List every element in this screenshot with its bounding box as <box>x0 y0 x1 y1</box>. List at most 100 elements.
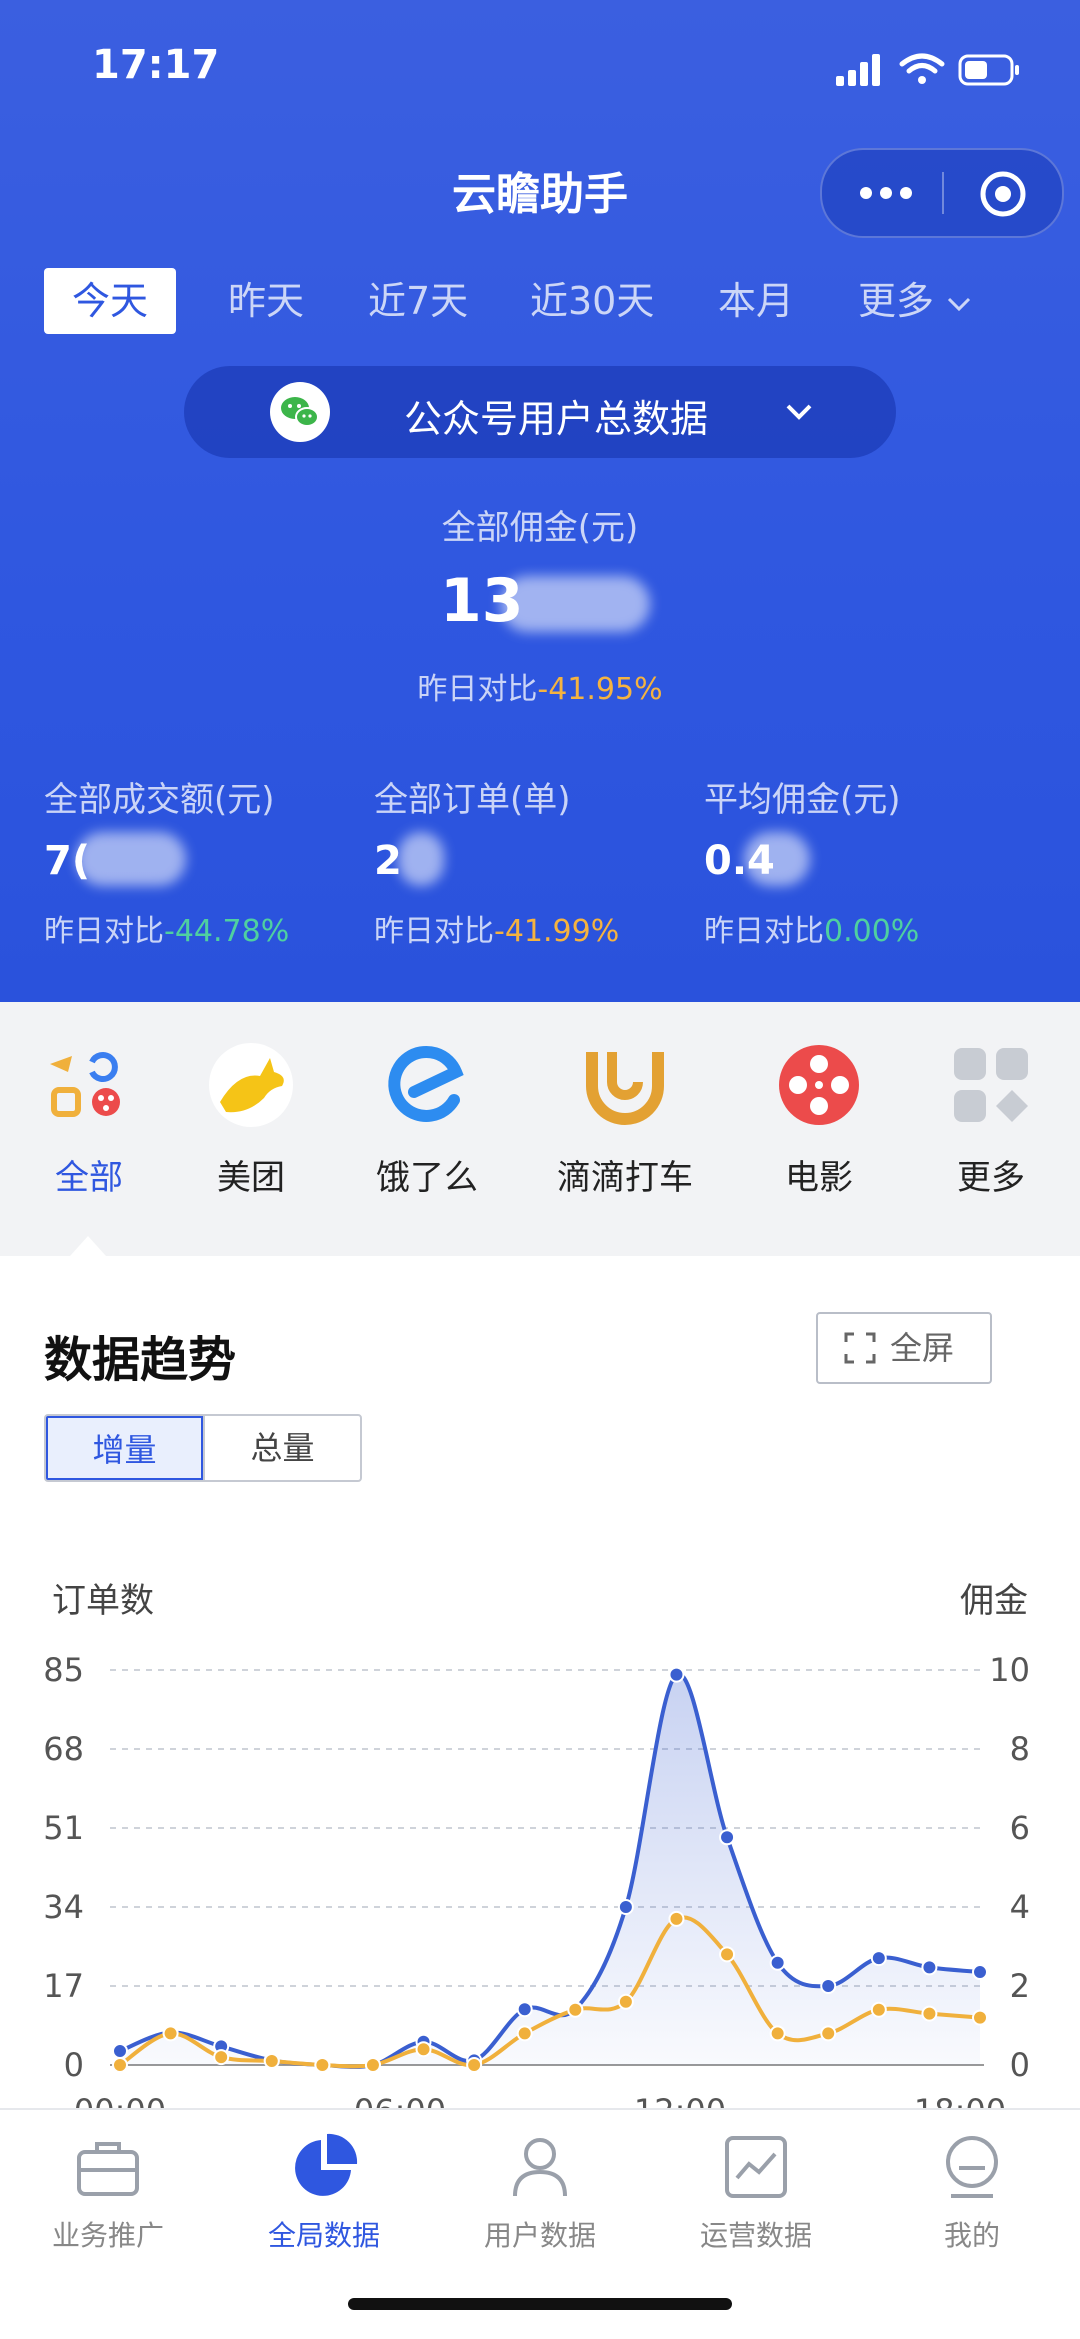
data-point-commission <box>516 2025 533 2042</box>
more-dots-icon[interactable] <box>856 178 916 208</box>
eleme-icon <box>388 1045 464 1122</box>
data-point-commission <box>364 2057 381 2073</box>
segment-total[interactable]: 总量 <box>203 1416 360 1480</box>
fullscreen-label: 全屏 <box>890 1329 955 1367</box>
tab-yesterday[interactable]: 昨天 <box>228 268 304 334</box>
data-point-orders <box>769 1954 786 1971</box>
segment-increment[interactable]: 增量 <box>46 1416 203 1480</box>
y-left-tick-label: 85 <box>43 1651 84 1689</box>
tab-7days[interactable]: 近7天 <box>368 268 468 334</box>
platform-label: 美团 <box>217 1158 285 1198</box>
nav-mine[interactable]: 我的 <box>882 2132 1062 2254</box>
platform-label: 滴滴打车 <box>557 1158 693 1198</box>
stat-gmv-label: 全部成交额(元) <box>44 780 275 820</box>
data-point-commission <box>719 1946 736 1963</box>
status-time: 17:17 <box>92 42 220 88</box>
data-point-orders <box>112 2043 128 2060</box>
data-point-commission <box>769 2025 786 2042</box>
movie-reel-icon <box>779 1045 859 1125</box>
platform-movie[interactable]: 电影 <box>744 1042 894 1199</box>
stat-avg-compare: 昨日对比0.00% <box>704 906 919 950</box>
data-point-orders <box>870 1950 887 1967</box>
grid-more-icon <box>954 1048 1028 1122</box>
commission-label: 全部佣金(元) <box>441 508 639 548</box>
didi-icon <box>586 1052 664 1125</box>
y-left-tick-label: 17 <box>43 1967 84 2005</box>
y-left-tick-label: 0 <box>64 2046 84 2084</box>
data-point-commission <box>820 2025 837 2042</box>
data-point-orders <box>668 1666 685 1683</box>
home-indicator <box>348 2298 732 2310</box>
data-point-commission <box>668 1910 685 1927</box>
meituan-kangaroo-icon <box>209 1043 293 1127</box>
compare-value: -41.99% <box>494 914 620 949</box>
data-point-orders <box>820 1978 837 1994</box>
trend-title: 数据趋势 <box>44 1332 237 1388</box>
compare-prefix: 昨日对比 <box>704 914 824 949</box>
data-point-commission <box>162 2025 179 2042</box>
data-point-orders <box>921 1959 938 1976</box>
nav-business[interactable]: 业务推广 <box>18 2132 198 2254</box>
compare-value: -44.78% <box>164 914 290 949</box>
tab-more-label: 更多 <box>858 279 935 323</box>
fullscreen-button[interactable]: 全屏 <box>816 1312 992 1384</box>
tab-30days[interactable]: 近30天 <box>530 268 654 334</box>
data-point-orders <box>617 1899 634 1915</box>
active-indicator-arrow <box>70 1236 106 1256</box>
platform-all[interactable]: 全部 <box>14 1042 164 1199</box>
pie-chart-icon <box>295 2133 358 2196</box>
stat-gmv-compare: 昨日对比-44.78% <box>44 906 289 950</box>
nav-user-data[interactable]: 用户数据 <box>450 2132 630 2254</box>
data-point-commission <box>466 2057 483 2073</box>
nav-global-data[interactable]: 全局数据 <box>234 2132 414 2254</box>
platform-eleme[interactable]: 饿了么 <box>352 1042 502 1199</box>
data-point-commission <box>972 2009 988 2026</box>
data-point-commission <box>870 2001 887 2018</box>
platform-label: 更多 <box>957 1158 1025 1198</box>
platform-label: 饿了么 <box>376 1158 478 1198</box>
platform-more[interactable]: 更多 <box>916 1042 1066 1199</box>
redaction-blur <box>744 832 810 886</box>
data-point-commission <box>617 1993 634 2010</box>
stat-avg-label: 平均佣金(元) <box>704 780 901 820</box>
stat-orders-compare: 昨日对比-41.99% <box>374 906 619 950</box>
compare-prefix: 昨日对比 <box>44 914 164 949</box>
miniprogram-capsule <box>820 148 1064 238</box>
platform-didi[interactable]: 滴滴打车 <box>550 1042 700 1199</box>
nav-label: 我的 <box>943 2219 1000 2252</box>
data-point-commission <box>567 2001 584 2018</box>
redaction-blur <box>76 832 186 886</box>
all-platforms-icon <box>50 1052 120 1117</box>
data-point-commission <box>415 2041 432 2058</box>
close-target-icon[interactable] <box>978 169 1028 219</box>
nav-label: 用户数据 <box>483 2219 596 2252</box>
y-right-tick-label: 10 <box>989 1651 1030 1689</box>
nav-operation-data[interactable]: 运营数据 <box>666 2132 846 2254</box>
platform-label: 电影 <box>785 1158 853 1198</box>
y-axis-left-label: 订单数 <box>52 1581 154 1621</box>
y-right-tick-label: 8 <box>1010 1730 1030 1768</box>
y-right-tick-label: 2 <box>1010 1967 1030 2005</box>
tab-this-month[interactable]: 本月 <box>718 268 794 334</box>
nav-label: 全局数据 <box>267 2219 380 2252</box>
y-right-tick-label: 0 <box>1010 2046 1030 2084</box>
tab-today[interactable]: 今天 <box>44 268 176 334</box>
data-point-commission <box>263 2053 280 2070</box>
data-point-commission <box>112 2057 128 2073</box>
chevron-down-icon <box>948 297 971 311</box>
redaction-blur <box>398 832 444 886</box>
capsule-divider <box>942 172 944 214</box>
header: 17:17 云瞻助手 今天 昨天 近7天 近30天 本月 更多 公众号用户总数据… <box>0 0 1080 1002</box>
redaction-blur <box>500 576 650 632</box>
y-right-tick-label: 6 <box>1010 1809 1030 1847</box>
y-left-tick-label: 51 <box>43 1809 84 1847</box>
stat-orders-label: 全部订单(单) <box>374 780 571 820</box>
account-selector[interactable]: 公众号用户总数据 <box>184 366 896 458</box>
data-point-commission <box>921 2005 938 2022</box>
fullscreen-icon <box>844 1332 876 1364</box>
wechat-icon <box>270 382 330 442</box>
platform-meituan[interactable]: 美团 <box>176 1042 326 1199</box>
trend-chart: 订单数 佣金85685134170108642000:00 06:00 12:00 18… <box>43 1581 1030 2120</box>
compare-prefix: 昨日对比 <box>417 672 538 707</box>
tab-more[interactable]: 更多 <box>858 268 972 334</box>
